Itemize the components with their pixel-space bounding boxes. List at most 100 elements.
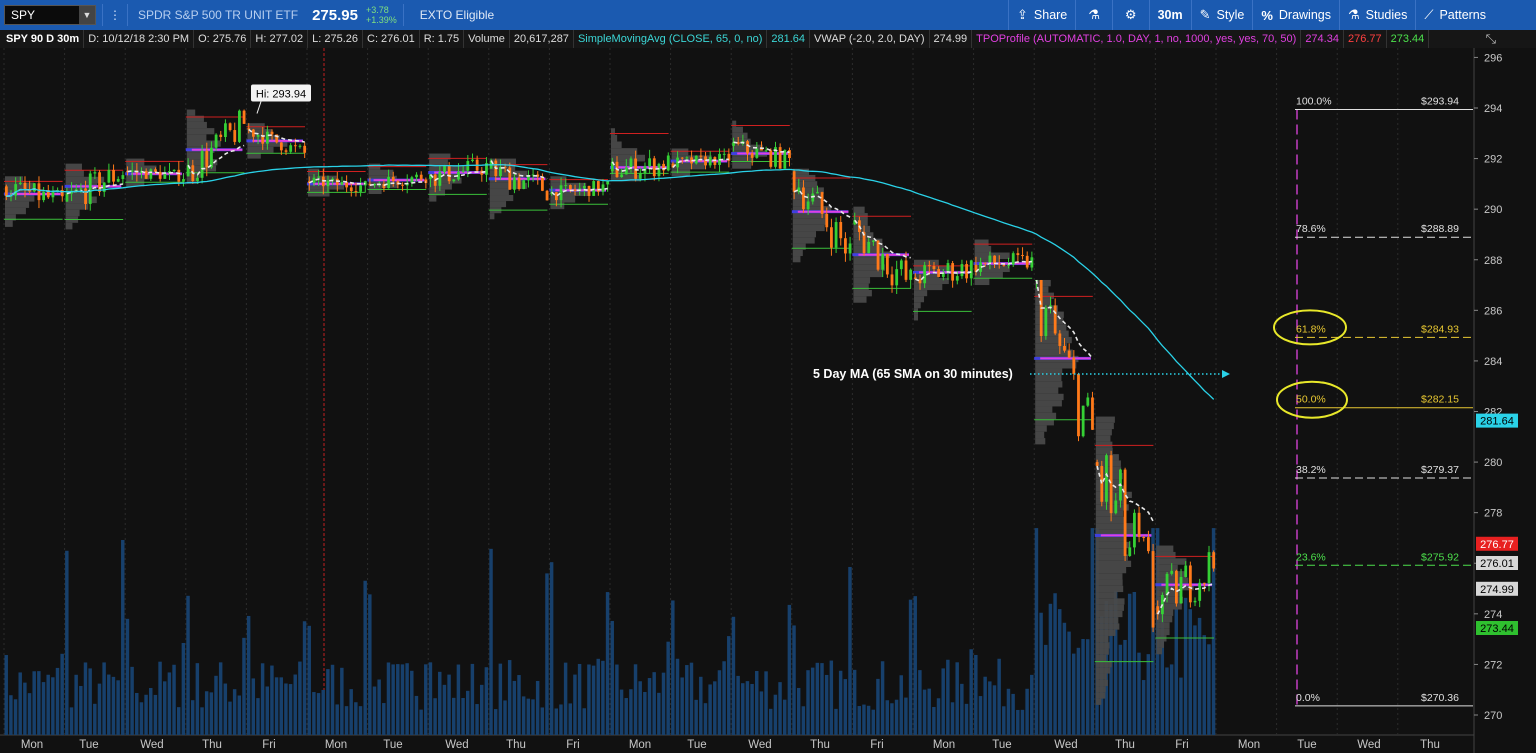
tpo-study-label[interactable]: TPOProfile (AUTOMATIC, 1.0, DAY, 1, no, … bbox=[972, 30, 1302, 48]
vwap-study-label[interactable]: VWAP (-2.0, 2.0, DAY) bbox=[810, 30, 930, 48]
candle-body bbox=[783, 150, 787, 169]
share-button[interactable]: ⇪ Share bbox=[1008, 0, 1075, 30]
candle-body bbox=[443, 165, 446, 172]
candle-body bbox=[755, 148, 759, 158]
flask-button[interactable]: ⚗ bbox=[1075, 0, 1112, 30]
volume-bar bbox=[913, 596, 917, 735]
tpo-block bbox=[1095, 592, 1117, 599]
volume-bar bbox=[866, 705, 871, 735]
volume-bar bbox=[978, 696, 983, 735]
candle-body bbox=[769, 150, 773, 167]
tpo-block bbox=[65, 222, 73, 230]
volume-bar bbox=[1020, 709, 1025, 735]
tpo-block bbox=[1035, 431, 1045, 439]
tpo-block bbox=[914, 284, 943, 291]
settings-button[interactable]: ⚙ bbox=[1111, 0, 1149, 30]
y-tick-label: 278 bbox=[1484, 508, 1502, 520]
volume-bar bbox=[1039, 612, 1043, 735]
candle-body bbox=[1067, 350, 1071, 358]
tpo-block bbox=[853, 264, 885, 271]
volume-bar bbox=[815, 662, 820, 735]
volume-bar bbox=[200, 707, 204, 735]
tpo-block bbox=[1035, 362, 1077, 369]
patterns-button[interactable]: ⟋ Patterns bbox=[1415, 0, 1494, 30]
candle-body bbox=[1137, 512, 1141, 538]
tpo-block bbox=[853, 270, 883, 278]
candle-body bbox=[349, 187, 353, 192]
volume-bar bbox=[195, 663, 200, 735]
volume-bar bbox=[428, 662, 433, 735]
volume-bar bbox=[1071, 653, 1076, 735]
volume-bar bbox=[493, 709, 498, 735]
ma-annotation-text: 5 Day MA (65 SMA on 30 minutes) bbox=[813, 367, 1013, 381]
fib-level-pct: 0.0% bbox=[1296, 692, 1320, 704]
candle-body bbox=[881, 254, 885, 270]
volume-bar bbox=[209, 692, 214, 735]
tpo-block bbox=[550, 202, 565, 210]
volume-bar bbox=[288, 684, 293, 735]
candle-body bbox=[1133, 512, 1136, 548]
volume-bar bbox=[829, 660, 834, 735]
drawings-button[interactable]: % Drawings bbox=[1252, 0, 1339, 30]
fib-level-price: $275.92 bbox=[1421, 551, 1459, 563]
volume-bar bbox=[582, 708, 586, 735]
exto-eligible-badge: EXTO Eligible bbox=[419, 8, 495, 22]
volume-bar bbox=[1048, 603, 1053, 735]
volume-bar bbox=[456, 664, 461, 735]
tpo-block bbox=[1095, 447, 1113, 455]
tpo-block bbox=[308, 189, 330, 197]
volume-bar bbox=[4, 655, 8, 735]
volume-bar bbox=[316, 693, 321, 735]
flask-icon: ⚗ bbox=[1347, 7, 1360, 22]
tpo-block bbox=[1095, 692, 1106, 699]
sma-study-label[interactable]: SimpleMovingAvg (CLOSE, 65, 0, no) bbox=[574, 30, 768, 48]
bar-date: D: 10/12/18 2:30 PM bbox=[84, 30, 195, 48]
grip-icon[interactable]: ⋮ bbox=[109, 8, 121, 22]
gear-icon: ⚙ bbox=[1124, 7, 1137, 22]
volume-study-label[interactable]: Volume bbox=[464, 30, 510, 48]
candle-body bbox=[778, 147, 782, 169]
collapse-icon[interactable]: ⤡ bbox=[1486, 31, 1496, 47]
volume-bar bbox=[354, 702, 358, 735]
candle-body bbox=[918, 279, 922, 284]
candle-body bbox=[23, 182, 27, 190]
style-button[interactable]: ✎ Style bbox=[1190, 0, 1253, 30]
volume-bar bbox=[18, 672, 22, 735]
candle-body bbox=[559, 185, 563, 201]
volume-bar bbox=[601, 660, 605, 735]
tpo-block bbox=[1095, 679, 1108, 687]
candle-body bbox=[214, 134, 218, 148]
volume-bar bbox=[172, 664, 176, 735]
price-tag-label: 281.64 bbox=[1480, 416, 1514, 428]
tpo-block bbox=[1095, 460, 1121, 467]
chevron-down-icon[interactable]: ▼ bbox=[79, 6, 95, 24]
candle-body bbox=[946, 263, 950, 273]
tpo-block bbox=[974, 278, 990, 286]
price-chart[interactable]: Mon Tue Wed Thu Fri Mon Tue Wed Thu Fri Mon Tue Wed T… bbox=[0, 48, 1536, 753]
tpo-block bbox=[792, 218, 828, 225]
volume-bar bbox=[204, 691, 209, 735]
tpo-block bbox=[1035, 292, 1054, 299]
x-tick-label: Tue bbox=[79, 739, 98, 751]
x-tick-label: Mon bbox=[629, 739, 651, 751]
volume-bar bbox=[615, 664, 619, 735]
volume-bar bbox=[274, 677, 279, 735]
volume-bar bbox=[279, 677, 283, 735]
symbol-selector[interactable]: SPY ▼ bbox=[4, 5, 96, 25]
candle-body bbox=[46, 191, 50, 198]
volume-bar bbox=[759, 691, 764, 735]
volume-bar bbox=[158, 661, 162, 735]
volume-bar bbox=[736, 675, 740, 735]
candle-body bbox=[895, 269, 899, 286]
tpo-block bbox=[974, 252, 1010, 260]
timeframe-button[interactable]: 30m bbox=[1148, 0, 1191, 30]
bar-low: L: 275.26 bbox=[308, 30, 363, 48]
candle-body bbox=[93, 172, 97, 174]
volume-bar bbox=[927, 688, 931, 735]
volume-bar bbox=[181, 642, 186, 735]
candle-body bbox=[1002, 264, 1006, 266]
studies-button[interactable]: ⚗ Studies bbox=[1338, 0, 1415, 30]
tpo-block bbox=[126, 158, 145, 166]
x-tick-label: Wed bbox=[1054, 739, 1077, 751]
volume-bar bbox=[964, 703, 969, 735]
